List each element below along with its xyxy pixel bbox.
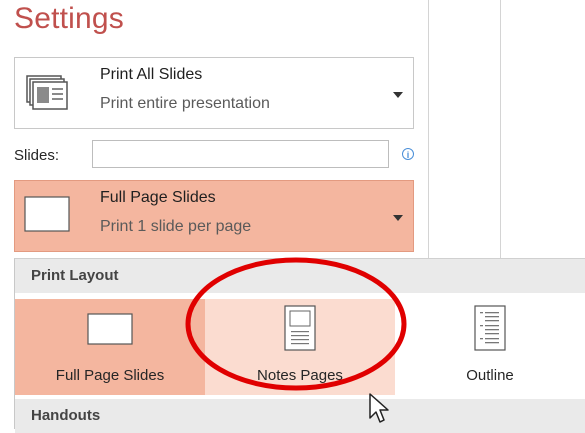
print-range-dropdown[interactable]: Print All Slides Print entire presentati… <box>14 57 414 129</box>
print-layout-title: Full Page Slides <box>100 189 216 206</box>
slide-thumbnail-icon <box>24 196 70 237</box>
slides-input[interactable] <box>92 140 389 168</box>
annotation-circle-icon <box>185 257 407 391</box>
chevron-down-icon[interactable] <box>393 215 403 221</box>
divider-line-right <box>500 0 501 258</box>
outline-option[interactable]: Outline <box>395 299 585 395</box>
full-page-slides-label: Full Page Slides <box>55 367 165 384</box>
slides-label: Slides: <box>14 147 60 164</box>
full-page-slides-icon <box>87 313 133 350</box>
print-layout-description: Print 1 slide per page <box>100 218 252 235</box>
full-page-slides-option[interactable]: Full Page Slides <box>15 299 205 395</box>
settings-title: Settings <box>14 2 124 35</box>
info-icon[interactable]: i <box>402 148 414 160</box>
divider-line <box>428 0 429 258</box>
outline-label: Outline <box>466 367 514 384</box>
print-range-title: Print All Slides <box>100 66 203 83</box>
mouse-cursor-icon <box>369 393 389 423</box>
outline-icon <box>474 305 506 356</box>
slides-stack-icon <box>26 75 68 116</box>
chevron-down-icon[interactable] <box>393 92 403 98</box>
print-range-description: Print entire presentation <box>100 95 270 112</box>
print-layout-dropdown[interactable]: Full Page Slides Print 1 slide per page <box>14 180 414 252</box>
